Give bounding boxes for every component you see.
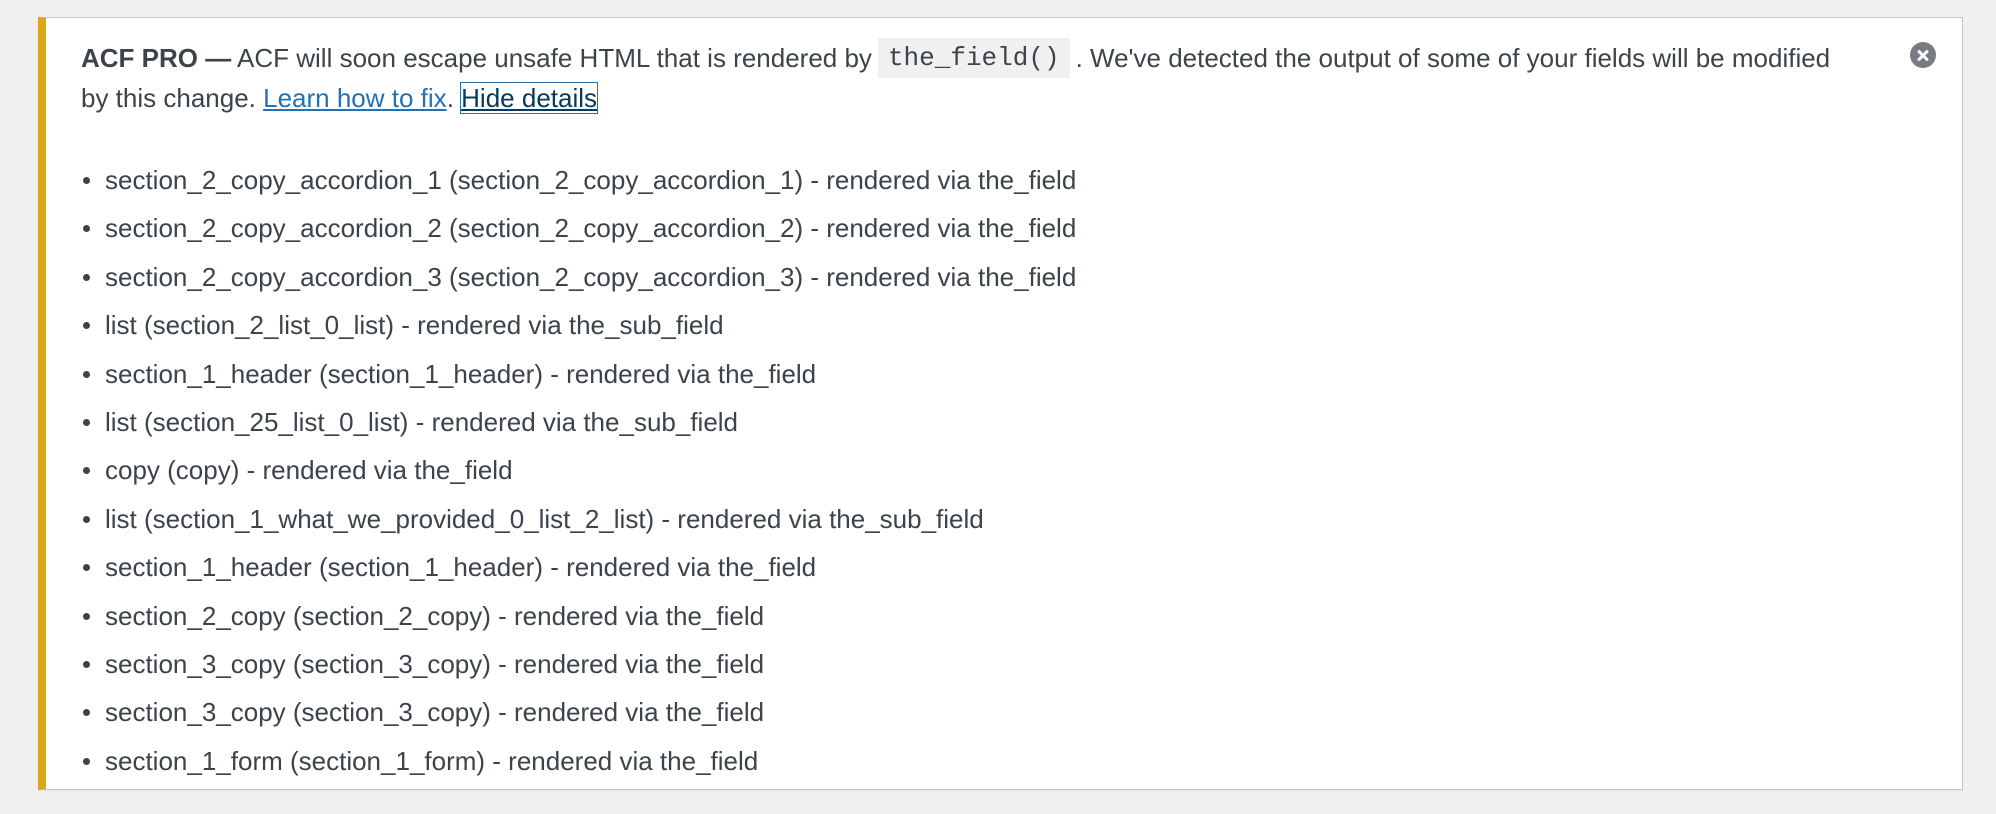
acf-escape-html-notice: ACF PRO — ACF will soon escape unsafe HT… [38, 17, 1963, 790]
list-item: section_2_copy_accordion_3 (section_2_co… [81, 261, 1076, 309]
list-item: section_1_form (section_1_form) - render… [81, 745, 1076, 793]
list-item: list (section_1_what_we_provided_0_list_… [81, 503, 1076, 551]
close-circle-icon[interactable] [1910, 42, 1936, 68]
list-item: section_2_copy_accordion_1 (section_2_co… [81, 164, 1076, 212]
list-item: list (section_2_list_0_list) - rendered … [81, 309, 1076, 357]
link-separator: . [446, 83, 454, 113]
code-snippet: the_field() [877, 38, 1070, 78]
learn-how-to-fix-link[interactable]: Learn how to fix [263, 83, 447, 113]
list-item: list (section_25_list_0_list) - rendered… [81, 406, 1076, 454]
notice-text-before-code: ACF will soon escape unsafe HTML that is… [237, 43, 872, 73]
list-item: section_2_copy_accordion_2 (section_2_co… [81, 212, 1076, 260]
list-item: section_2_copy (section_2_copy) - render… [81, 600, 1076, 648]
notice-brand: ACF PRO — [81, 43, 232, 73]
list-item: section_1_header (section_1_header) - re… [81, 551, 1076, 599]
notice-message: ACF PRO — ACF will soon escape unsafe HT… [81, 38, 1861, 118]
hide-details-link[interactable]: Hide details [460, 82, 599, 114]
list-item: section_3_copy (section_3_copy) - render… [81, 696, 1076, 744]
list-item: section_1_header (section_1_header) - re… [81, 358, 1076, 406]
list-item: section_3_copy (section_3_copy) - render… [81, 648, 1076, 696]
affected-fields-list: section_2_copy_accordion_1 (section_2_co… [81, 164, 1076, 793]
list-item: copy (copy) - rendered via the_field [81, 454, 1076, 502]
